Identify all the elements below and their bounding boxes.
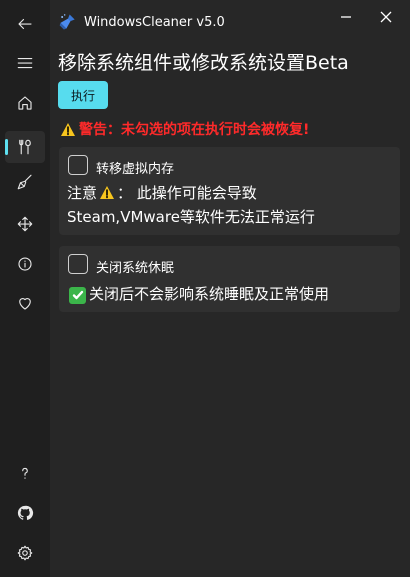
virtual-memory-note-line1: 注意 ： 此操作可能会导致 [67,181,257,205]
hibernate-note-text: 关闭后不会影响系统睡眠及正常使用 [89,285,330,303]
note-line1-text: ： 此操作可能会导致 [117,184,257,202]
page-title: 移除系统组件或修改系统设置Beta [58,52,349,74]
warning-icon [100,186,115,199]
run-button[interactable]: 执行 [58,81,108,109]
sidebar [0,0,50,577]
heart-icon [19,298,31,310]
info-icon [18,257,32,271]
option-card-virtual-memory: 转移虚拟内存 注意 ： 此操作可能会导致 Steam,VMware等软件无法正常运… [59,147,400,235]
note-prefix: 注意 [67,184,98,202]
warning-text: 警告：未勾选的项在执行时会被恢复! [79,122,310,138]
sidebar-item-favorite[interactable] [5,287,45,319]
title-bar: WindowsCleaner v5.0 [50,0,410,40]
warning-icon [61,122,75,136]
hibernate-checkbox[interactable] [68,254,88,274]
virtual-memory-checkbox[interactable] [68,155,88,175]
check-mark-icon [69,286,86,304]
back-button[interactable] [5,8,45,40]
hibernate-label[interactable]: 关闭系统休眠 [96,257,174,276]
sidebar-item-move[interactable] [5,208,45,240]
sidebar-item-home[interactable] [5,87,45,119]
app-logo-icon [59,14,75,30]
hibernate-note: 关闭后不会影响系统睡眠及正常使用 [69,282,329,306]
close-icon [380,11,392,23]
virtual-memory-note-line2: Steam,VMware等软件无法正常运行 [67,208,315,226]
broom-icon [17,174,32,190]
settings-icon [17,545,33,561]
minimize-button[interactable] [328,6,364,28]
move-icon [17,216,33,232]
help-icon [22,467,28,479]
active-indicator [5,139,8,155]
main-content: WindowsCleaner v5.0 移除系统组件或修改系统设置Beta 执行… [50,0,410,577]
tools-icon [19,139,31,155]
sidebar-item-github[interactable] [5,497,45,529]
option-card-hibernate: 关闭系统休眠 关闭后不会影响系统睡眠及正常使用 [59,246,400,312]
close-button[interactable] [368,6,404,28]
virtual-memory-label[interactable]: 转移虚拟内存 [96,158,174,177]
warning-message: 警告：未勾选的项在执行时会被恢复! [60,119,309,139]
home-icon [18,96,32,110]
sidebar-item-info[interactable] [5,248,45,280]
hamburger-menu-icon [17,57,33,69]
back-arrow-icon [18,18,32,30]
app-title: WindowsCleaner v5.0 [84,15,225,30]
minimize-icon [341,16,351,18]
sidebar-item-cleaner[interactable] [5,166,45,198]
sidebar-item-settings[interactable] [5,537,45,569]
github-icon [17,505,34,520]
sidebar-item-tools[interactable] [5,131,45,163]
sidebar-item-help[interactable] [5,457,45,489]
menu-toggle-button[interactable] [5,47,45,79]
